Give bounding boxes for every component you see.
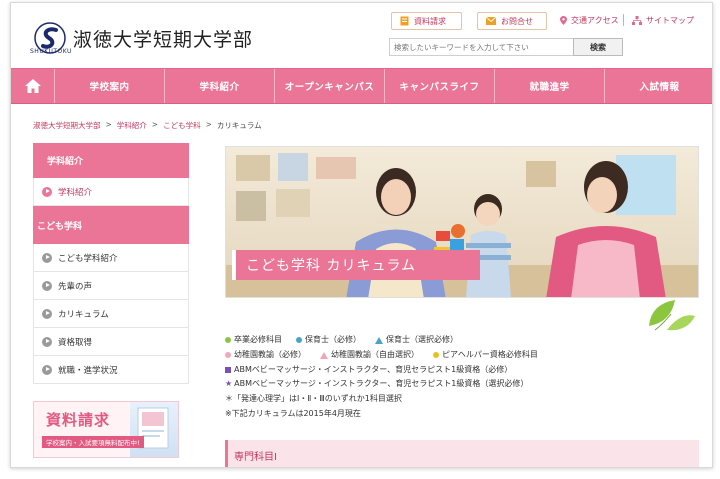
breadcrumb-home[interactable]: 淑徳大学短期大学部 bbox=[33, 120, 101, 131]
nav-item-open-campus[interactable]: オープンキャンパス bbox=[275, 69, 385, 103]
blue-dot-icon bbox=[296, 337, 302, 344]
legend-peer-helper: ピアヘルパー資格必修科目 bbox=[433, 348, 538, 363]
brochure-banner-title: 資料請求 bbox=[46, 411, 111, 429]
pink-triangle-icon bbox=[320, 351, 328, 359]
hero-title: こども学科 カリキュラム bbox=[232, 250, 480, 280]
legend-label: 保育士（必修） bbox=[305, 335, 361, 344]
sitemap-link-label: サイトマップ bbox=[646, 16, 694, 25]
access-link[interactable]: 交通アクセス bbox=[560, 15, 619, 26]
mail-icon bbox=[486, 17, 496, 25]
sidebar: 学科紹介 学科紹介 こども学科 こども学科紹介 先輩の声 カリキュラム 資格取得… bbox=[33, 143, 189, 384]
sidebar-header: 学科紹介 bbox=[33, 143, 189, 178]
section-heading: 専門科目Ⅰ bbox=[225, 440, 699, 467]
legend-kinder-elective: 幼稚園教諭（自由選択） bbox=[320, 348, 419, 363]
home-icon bbox=[24, 79, 41, 93]
page-frame: 淑徳大学短期大学部 SHUKUTOKU 資料請求 お問合せ 交通アクセス サイト… bbox=[10, 2, 713, 468]
yellow-dot-icon bbox=[433, 352, 439, 359]
legend-required: 卒業必修科目 bbox=[225, 333, 282, 348]
nav-home-button[interactable] bbox=[11, 69, 55, 103]
breadcrumb: 淑徳大学短期大学部 > 学科紹介 > こども学科 > カリキュラム bbox=[33, 120, 262, 131]
legend-kinder-required: 幼稚園教諭（必修） bbox=[225, 348, 306, 363]
legend-label: ピアヘルパー資格必修科目 bbox=[442, 349, 538, 359]
nav-item-campus-life[interactable]: キャンパスライフ bbox=[385, 69, 495, 103]
arrow-right-icon bbox=[42, 280, 52, 291]
sidebar-item-curriculum[interactable]: カリキュラム bbox=[33, 300, 189, 328]
nav-item-careers[interactable]: 就職進学 bbox=[495, 69, 605, 103]
map-pin-icon bbox=[560, 16, 567, 25]
breadcrumb-children[interactable]: こども学科 bbox=[163, 120, 201, 131]
contact-button[interactable]: お問合せ bbox=[477, 12, 547, 30]
legend-label: 幼稚園教諭（必修） bbox=[234, 349, 306, 359]
nav-item-admissions[interactable]: 入試情報 bbox=[605, 69, 712, 103]
sidebar-item-label: 先輩の声 bbox=[58, 281, 93, 292]
sidebar-item-careers[interactable]: 就職・進学状況 bbox=[33, 356, 189, 384]
legend-abm-required: ABMベビーマッサージ・インストラクター、育児セラピスト1級資格（必修） bbox=[225, 363, 512, 378]
legend-abm-elective: ★ ABMベビーマッサージ・インストラクター、育児セラピスト1級資格（選択必修） bbox=[225, 377, 528, 392]
curriculum-legend: 卒業必修科目 保育士（必修） 保育士（選択必修） 幼稚園教諭（必修） 幼稚園教諭… bbox=[225, 333, 685, 422]
sidebar-item-label: こども学科紹介 bbox=[58, 253, 118, 264]
breadcrumb-separator: > bbox=[105, 120, 112, 129]
sitemap-link[interactable]: サイトマップ bbox=[632, 15, 694, 26]
breadcrumb-separator: > bbox=[151, 120, 159, 129]
sidebar-item-children-intro[interactable]: こども学科紹介 bbox=[33, 244, 189, 272]
breadcrumb-current: カリキュラム bbox=[216, 121, 262, 130]
sitemap-icon bbox=[632, 16, 642, 25]
brochure-button-label: 資料請求 bbox=[414, 16, 446, 26]
legend-label: 幼稚園教諭（自由選択） bbox=[331, 349, 419, 359]
sidebar-item-label: 資格取得 bbox=[58, 337, 93, 348]
breadcrumb-departments[interactable]: 学科紹介 bbox=[117, 120, 147, 131]
sidebar-subheader: こども学科 bbox=[33, 206, 189, 244]
nav-item-school[interactable]: 学校案内 bbox=[55, 69, 165, 103]
arrow-right-icon bbox=[42, 186, 52, 197]
brochure-button[interactable]: 資料請求 bbox=[391, 12, 462, 30]
access-link-label: 交通アクセス bbox=[571, 16, 619, 25]
brochure-banner[interactable]: 資料請求 学校案内・入試要項無料配布中! bbox=[33, 401, 179, 458]
legend-label: 卒業必修科目 bbox=[234, 335, 282, 344]
green-dot-icon bbox=[225, 337, 231, 344]
document-icon bbox=[400, 16, 409, 26]
arrow-right-icon bbox=[42, 308, 52, 319]
purple-star-icon: ★ bbox=[225, 379, 233, 389]
nav-item-departments[interactable]: 学科紹介 bbox=[165, 69, 275, 103]
legend-label: ABMベビーマッサージ・インストラクター、育児セラピスト1級資格（選択必修） bbox=[234, 379, 529, 389]
header-separator bbox=[623, 14, 624, 26]
logo-subtext: SHUKUTOKU bbox=[30, 48, 72, 55]
search-button[interactable]: 検索 bbox=[573, 38, 623, 56]
legend-note-psychology: ＊「発達心理学」はⅠ・Ⅱ・Ⅲのいずれか1科目選択 bbox=[225, 394, 402, 404]
legend-nursery-required: 保育士（必修） bbox=[296, 333, 361, 348]
arrow-right-icon bbox=[42, 252, 52, 263]
sidebar-item-label: カリキュラム bbox=[58, 309, 109, 320]
purple-square-icon bbox=[225, 366, 231, 373]
sidebar-item-department-intro[interactable]: 学科紹介 bbox=[33, 178, 189, 206]
sidebar-item-senior-voice[interactable]: 先輩の声 bbox=[33, 272, 189, 300]
global-nav: 学校案内 学科紹介 オープンキャンパス キャンパスライフ 就職進学 入試情報 bbox=[11, 68, 712, 104]
site-title: 淑徳大学短期大学部 bbox=[73, 28, 254, 51]
legend-note-date: ※下記カリキュラムは2015年4月現在 bbox=[225, 408, 361, 418]
legend-nursery-elective: 保育士（選択必修） bbox=[375, 333, 458, 348]
sidebar-item-qualifications[interactable]: 資格取得 bbox=[33, 328, 189, 356]
arrow-right-icon bbox=[42, 364, 52, 375]
arrow-right-icon bbox=[42, 336, 52, 347]
leaf-decoration-icon bbox=[649, 300, 695, 331]
blue-triangle-icon bbox=[375, 336, 383, 344]
sidebar-item-label: 就職・進学状況 bbox=[58, 365, 118, 376]
breadcrumb-separator: > bbox=[205, 120, 212, 129]
hero-image: こども学科 カリキュラム bbox=[225, 146, 699, 298]
legend-label: ABMベビーマッサージ・インストラクター、育児セラピスト1級資格（必修） bbox=[234, 364, 513, 374]
legend-label: 保育士（選択必修） bbox=[386, 335, 458, 344]
contact-button-label: お問合せ bbox=[501, 16, 533, 26]
sidebar-item-label: 学科紹介 bbox=[58, 187, 93, 198]
brochure-photo bbox=[130, 402, 178, 457]
pink-dot-icon bbox=[225, 352, 231, 359]
brochure-banner-subtitle: 学校案内・入試要項無料配布中! bbox=[42, 436, 144, 448]
